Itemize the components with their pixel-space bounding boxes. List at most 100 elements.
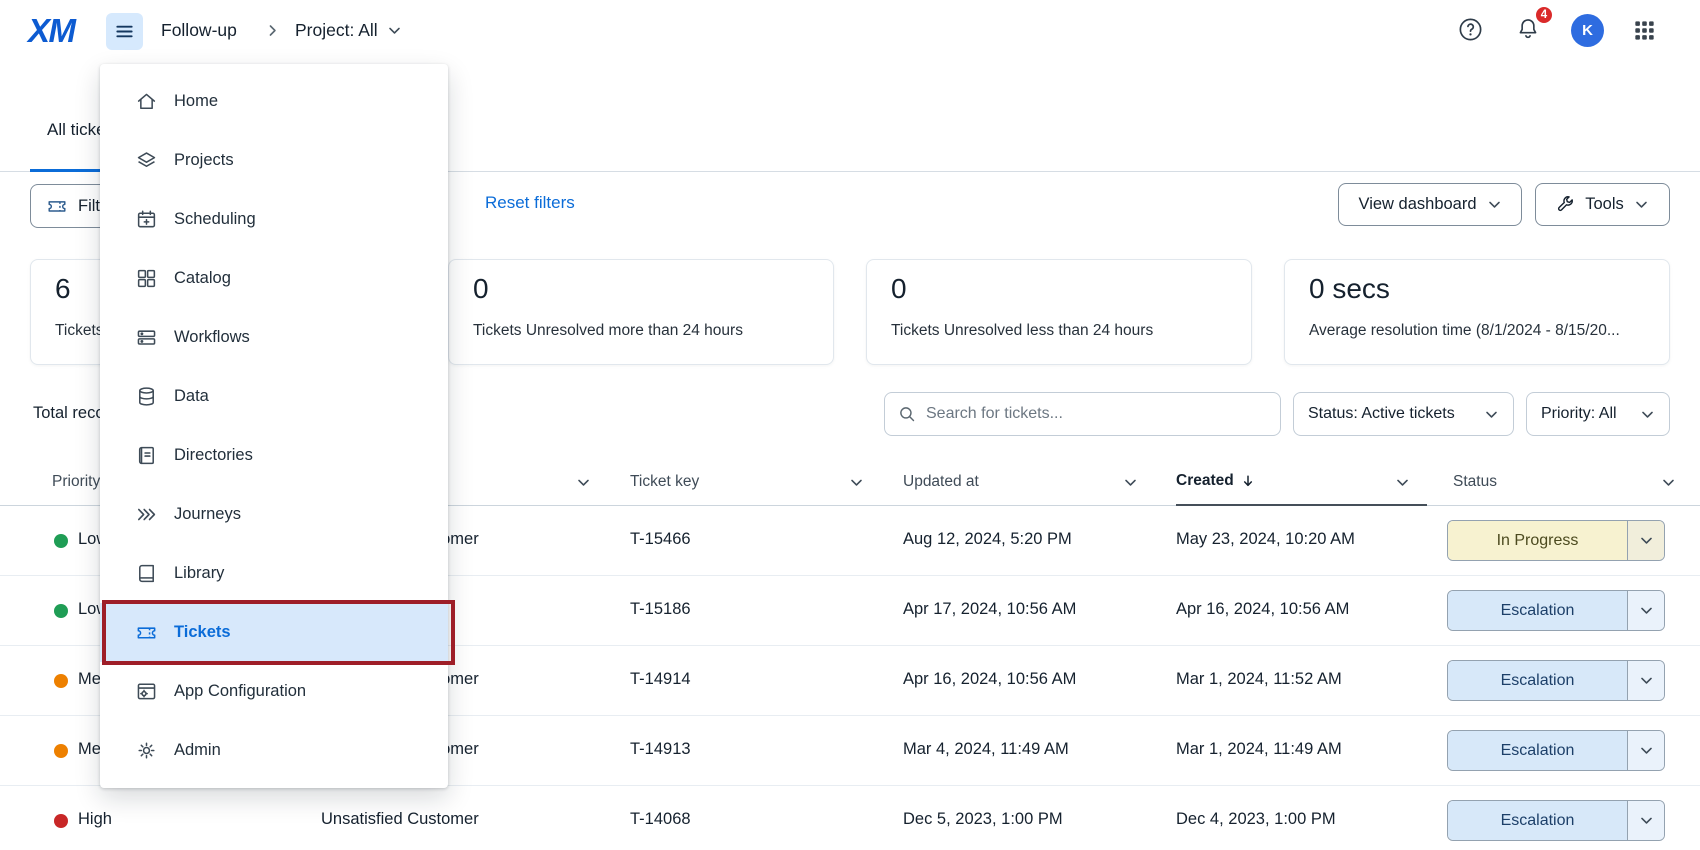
tickets-page: All tickets Filter Reset filters View da… <box>0 0 1700 850</box>
project-label: Project: All <box>295 20 378 41</box>
column-header-created[interactable]: Created <box>1176 472 1255 490</box>
library-icon <box>134 562 158 586</box>
menu-item-library[interactable]: Library <box>100 544 448 603</box>
column-header-ticket-key[interactable]: Ticket key <box>630 473 699 491</box>
search-input[interactable] <box>926 405 1267 423</box>
stat-value: 0 <box>891 273 1227 305</box>
column-header-status[interactable]: Status <box>1453 473 1497 491</box>
menu-item-home[interactable]: Home <box>100 72 448 131</box>
breadcrumb-section[interactable]: Follow-up <box>161 20 237 41</box>
menu-item-label: Directories <box>174 446 253 465</box>
chevron-down-icon[interactable] <box>1627 521 1664 560</box>
chevron-down-icon[interactable] <box>1123 475 1138 490</box>
menu-item-catalog[interactable]: Catalog <box>100 249 448 308</box>
chevron-down-icon[interactable] <box>1627 591 1664 630</box>
wrench-icon <box>1556 195 1575 214</box>
status-label: Escalation <box>1448 591 1627 630</box>
chevron-down-icon[interactable] <box>1627 661 1664 700</box>
view-dashboard-label: View dashboard <box>1358 195 1476 214</box>
view-dashboard-button[interactable]: View dashboard <box>1338 183 1522 226</box>
chevron-right-icon <box>265 23 280 38</box>
search-icon <box>898 405 916 423</box>
menu-item-label: Home <box>174 92 218 111</box>
menu-item-tickets[interactable]: Tickets <box>100 603 448 662</box>
menu-item-label: Projects <box>174 151 234 170</box>
stat-card-unresolved-more-24h: 0 Tickets Unresolved more than 24 hours <box>448 259 834 365</box>
chevron-down-icon[interactable] <box>849 475 864 490</box>
tickets-icon <box>134 621 158 645</box>
priority-filter-dropdown[interactable]: Priority: All <box>1526 392 1670 436</box>
global-nav-menu-button[interactable] <box>106 13 143 50</box>
chevron-down-icon[interactable] <box>576 475 591 490</box>
menu-item-label: Catalog <box>174 269 231 288</box>
chevron-down-icon[interactable] <box>1627 731 1664 770</box>
notification-count-badge: 4 <box>1534 5 1554 25</box>
menu-item-admin[interactable]: Admin <box>100 721 448 780</box>
ticket-key-cell: T-15466 <box>630 530 691 549</box>
status-badge[interactable]: In Progress <box>1447 520 1665 561</box>
status-badge[interactable]: Escalation <box>1447 590 1665 631</box>
status-label: Escalation <box>1448 661 1627 700</box>
created-label: Created <box>1176 472 1234 490</box>
stat-label: Average resolution time (8/1/2024 - 8/15… <box>1309 322 1645 340</box>
reset-filters-link[interactable]: Reset filters <box>485 193 575 213</box>
menu-item-projects[interactable]: Projects <box>100 131 448 190</box>
hamburger-icon <box>114 21 135 42</box>
created-at-cell: Dec 4, 2023, 1:00 PM <box>1176 810 1336 829</box>
tools-button[interactable]: Tools <box>1535 183 1670 226</box>
chevron-down-icon[interactable] <box>1395 475 1410 490</box>
sort-desc-icon <box>1241 474 1255 488</box>
stat-card-unresolved-less-24h: 0 Tickets Unresolved less than 24 hours <box>866 259 1252 365</box>
search-box <box>884 392 1281 436</box>
menu-item-label: Tickets <box>174 623 231 642</box>
admin-icon <box>134 739 158 763</box>
status-filter-dropdown[interactable]: Status: Active tickets <box>1293 392 1514 436</box>
chevron-down-icon[interactable] <box>1627 801 1664 840</box>
chevron-down-icon[interactable] <box>1661 475 1676 490</box>
scheduling-icon <box>134 208 158 232</box>
breadcrumb-project-dropdown[interactable]: Project: All <box>295 20 402 41</box>
priority-dot <box>54 604 68 618</box>
menu-item-directories[interactable]: Directories <box>100 426 448 485</box>
menu-item-app-configuration[interactable]: App Configuration <box>100 662 448 721</box>
menu-item-label: Workflows <box>174 328 250 347</box>
directories-icon <box>134 444 158 468</box>
help-button[interactable] <box>1457 16 1484 43</box>
stat-value: 0 secs <box>1309 273 1645 305</box>
column-header-updated-at[interactable]: Updated at <box>903 473 979 491</box>
stat-card-avg-resolution-time: 0 secs Average resolution time (8/1/2024… <box>1284 259 1670 365</box>
workflows-icon <box>134 326 158 350</box>
table-row[interactable]: HighUnsatisfied CustomerT-14068Dec 5, 20… <box>0 786 1700 850</box>
status-label: In Progress <box>1448 521 1627 560</box>
status-badge[interactable]: Escalation <box>1447 730 1665 771</box>
column-header-priority[interactable]: Priority <box>52 473 100 491</box>
avatar[interactable]: K <box>1571 14 1604 47</box>
xm-logo: XM <box>28 12 75 50</box>
status-badge[interactable]: Escalation <box>1447 660 1665 701</box>
menu-item-workflows[interactable]: Workflows <box>100 308 448 367</box>
ticket-key-cell: T-14068 <box>630 810 691 829</box>
menu-item-journeys[interactable]: Journeys <box>100 485 448 544</box>
updated-at-cell: Apr 17, 2024, 10:56 AM <box>903 600 1076 619</box>
chevron-down-icon <box>1487 197 1502 212</box>
app-configuration-icon <box>134 680 158 704</box>
apps-grid-icon[interactable] <box>1632 18 1657 43</box>
priority-cell: High <box>78 810 112 829</box>
priority-dot <box>54 674 68 688</box>
stat-value: 0 <box>473 273 809 305</box>
menu-item-label: Journeys <box>174 505 241 524</box>
updated-at-cell: Mar 4, 2024, 11:49 AM <box>903 740 1069 759</box>
menu-item-data[interactable]: Data <box>100 367 448 426</box>
menu-item-label: Data <box>174 387 209 406</box>
ticket-key-cell: T-15186 <box>630 600 691 619</box>
updated-at-cell: Dec 5, 2023, 1:00 PM <box>903 810 1063 829</box>
priority-filter-label: Priority: All <box>1541 405 1617 423</box>
status-badge[interactable]: Escalation <box>1447 800 1665 841</box>
top-bar: XM Follow-up Project: All 4 K <box>0 0 1700 62</box>
menu-item-scheduling[interactable]: Scheduling <box>100 190 448 249</box>
menu-item-label: Library <box>174 564 224 583</box>
stat-label: Tickets Unresolved less than 24 hours <box>891 322 1227 340</box>
status-filter-label: Status: Active tickets <box>1308 405 1455 423</box>
menu-item-label: App Configuration <box>174 682 306 701</box>
nav-menu: Home Projects Scheduling Catalog Workflows Da… <box>100 64 448 788</box>
